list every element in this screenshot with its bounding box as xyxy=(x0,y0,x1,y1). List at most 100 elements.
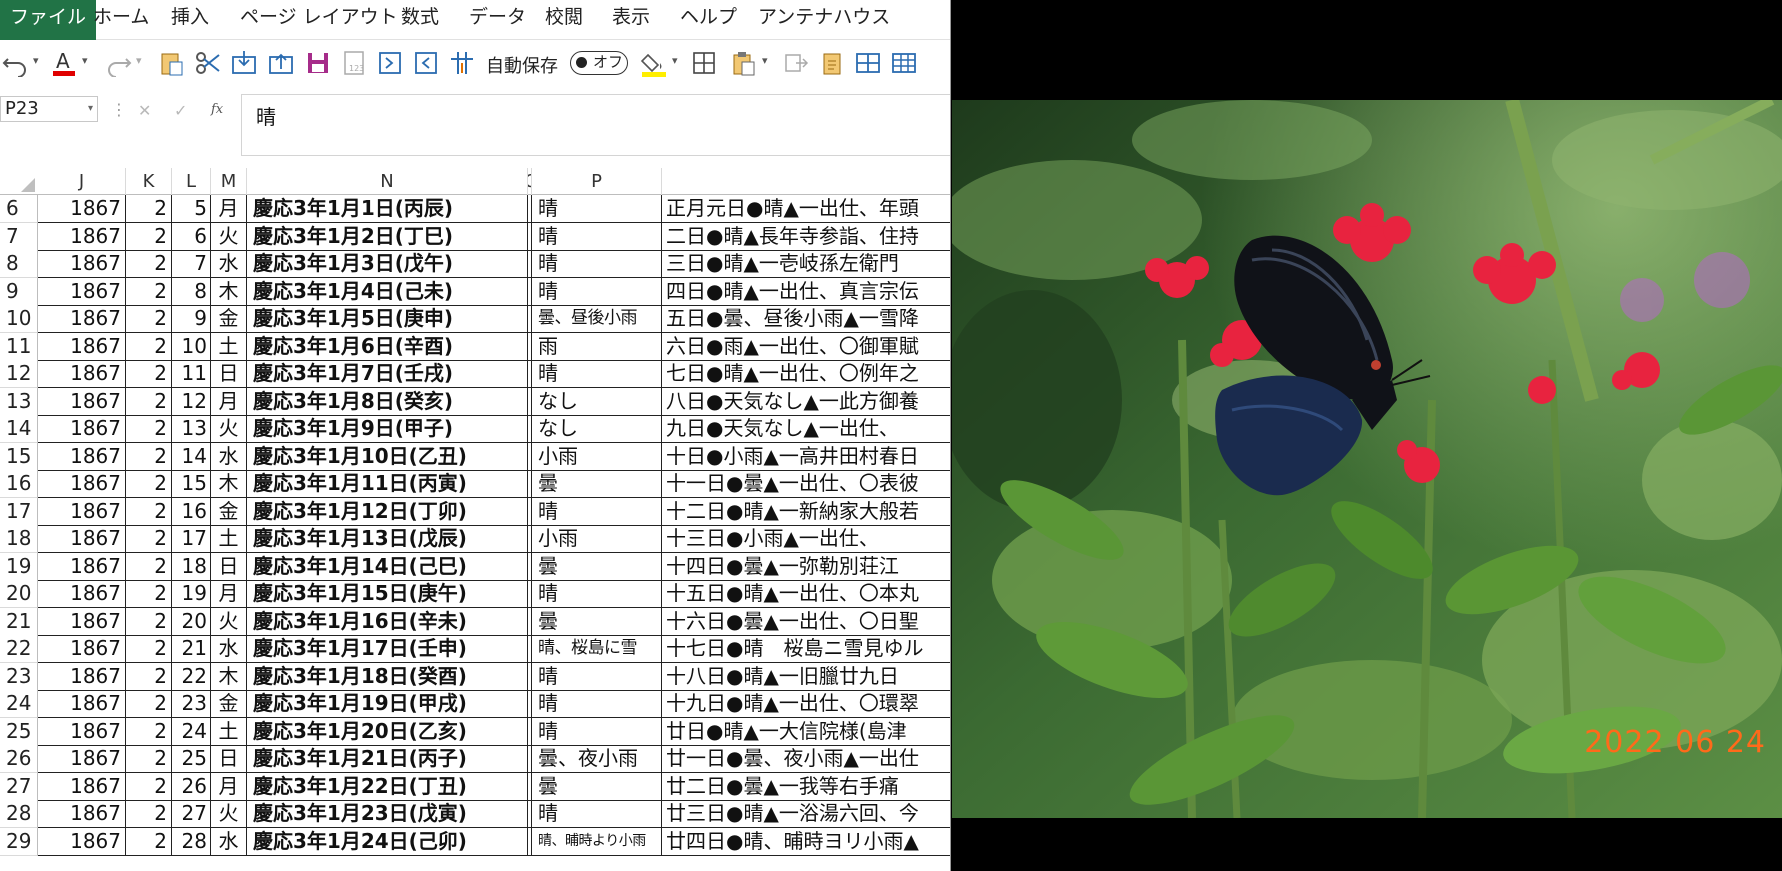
cell-month[interactable]: 2 xyxy=(126,387,172,416)
cell-weather[interactable]: 晴 xyxy=(532,580,662,608)
cell-weather[interactable]: 曇 xyxy=(532,772,662,801)
delete-sheet-icon[interactable] xyxy=(412,49,440,77)
undo-dropdown-icon[interactable]: ▾ xyxy=(33,54,39,67)
row-number[interactable]: 16 xyxy=(0,470,38,498)
cell-year[interactable]: 1867 xyxy=(38,745,126,773)
cell-month[interactable]: 2 xyxy=(126,580,172,608)
cell-month[interactable]: 2 xyxy=(126,415,172,443)
cell-month[interactable]: 2 xyxy=(126,222,172,251)
cell-weekday[interactable]: 日 xyxy=(211,360,247,388)
cell-month[interactable]: 2 xyxy=(126,360,172,388)
cell-weekday[interactable]: 木 xyxy=(211,277,247,306)
cell-month[interactable]: 2 xyxy=(126,250,172,278)
cell-day[interactable]: 21 xyxy=(172,635,211,663)
cell-weather[interactable]: 雨 xyxy=(532,332,662,361)
row-number[interactable]: 28 xyxy=(0,800,38,828)
row-number[interactable]: 11 xyxy=(0,332,38,361)
cell-month[interactable]: 2 xyxy=(126,717,172,746)
cell-weather[interactable]: なし xyxy=(532,387,662,416)
cell-weekday[interactable]: 日 xyxy=(211,745,247,773)
cell-weather[interactable]: 曇 xyxy=(532,552,662,581)
cell-diary[interactable]: 五日●曇、昼後小雨▲一雪降 xyxy=(662,305,950,333)
cell-date[interactable]: 慶応3年1月17日(壬申) xyxy=(247,635,528,663)
cell-diary[interactable]: 九日●天気なし▲一出仕、 xyxy=(662,415,950,443)
cell-year[interactable]: 1867 xyxy=(38,580,126,608)
cell-weekday[interactable]: 月 xyxy=(211,580,247,608)
cell-year[interactable]: 1867 xyxy=(38,332,126,361)
cell-diary[interactable]: 二日●晴▲長年寺参詣、住持 xyxy=(662,223,950,251)
redo-dropdown-icon[interactable]: ▾ xyxy=(136,54,142,67)
cell-date[interactable]: 慶応3年1月2日(丁巳) xyxy=(247,222,528,251)
cell-weekday[interactable]: 水 xyxy=(211,635,247,663)
cell-diary[interactable]: 六日●雨▲一出仕、〇御軍賦 xyxy=(662,333,950,361)
cell-weather[interactable]: 晴 xyxy=(532,360,662,388)
cell-year[interactable]: 1867 xyxy=(38,387,126,416)
formula-bar-separator[interactable]: ⋮ xyxy=(111,100,127,119)
formula-input[interactable]: 晴 xyxy=(241,94,950,156)
borders-icon[interactable] xyxy=(690,49,718,77)
cell-day[interactable]: 16 xyxy=(172,497,211,526)
tab-page-layout[interactable]: ページ レイアウト xyxy=(240,0,398,40)
tab-data[interactable]: データ xyxy=(469,0,526,40)
cell-day[interactable]: 27 xyxy=(172,800,211,828)
column-header-n[interactable]: N xyxy=(247,168,528,195)
cell-year[interactable]: 1867 xyxy=(38,607,126,636)
cell-date[interactable]: 慶応3年1月12日(丁卯) xyxy=(247,497,528,526)
cell-weekday[interactable]: 日 xyxy=(211,552,247,581)
row-number[interactable]: 27 xyxy=(0,772,38,801)
row-number[interactable]: 22 xyxy=(0,635,38,663)
row-number[interactable]: 6 xyxy=(0,195,38,223)
column-header-k[interactable]: K xyxy=(126,168,172,195)
cell-date[interactable]: 慶応3年1月23日(戊寅) xyxy=(247,800,528,828)
cell-day[interactable]: 7 xyxy=(172,250,211,278)
cell-diary[interactable]: 十八日●晴▲一旧臘廿九日 xyxy=(662,663,950,691)
cell-date[interactable]: 慶応3年1月24日(己卯) xyxy=(247,827,528,856)
paste-special-icon[interactable] xyxy=(158,49,186,77)
cell-weekday[interactable]: 土 xyxy=(211,525,247,553)
cell-month[interactable]: 2 xyxy=(126,772,172,801)
cell-month[interactable]: 2 xyxy=(126,470,172,498)
cell-day[interactable]: 18 xyxy=(172,552,211,581)
cell-date[interactable]: 慶応3年1月19日(甲戌) xyxy=(247,690,528,718)
cell-day[interactable]: 9 xyxy=(172,305,211,333)
row-number[interactable]: 13 xyxy=(0,387,38,416)
cell-weather[interactable]: 晴、桜島に雪 xyxy=(532,635,662,663)
confirm-entry-icon[interactable]: ✓ xyxy=(174,101,187,120)
cell-weekday[interactable]: 土 xyxy=(211,332,247,361)
cell-weekday[interactable]: 月 xyxy=(211,387,247,416)
cell-month[interactable]: 2 xyxy=(126,827,172,856)
cell-weather[interactable]: 晴 xyxy=(532,717,662,746)
cell-weather[interactable]: 晴、晡時より小雨 xyxy=(532,827,662,856)
paste-icon[interactable] xyxy=(730,49,758,77)
cell-date[interactable]: 慶応3年1月5日(庚申) xyxy=(247,305,528,333)
cell-day[interactable]: 28 xyxy=(172,827,211,856)
name-box[interactable]: P23 ▾ xyxy=(0,96,98,122)
cell-day[interactable]: 15 xyxy=(172,470,211,498)
tab-review[interactable]: 校閲 xyxy=(545,0,583,40)
tab-insert[interactable]: 挿入 xyxy=(171,0,209,40)
cell-month[interactable]: 2 xyxy=(126,497,172,526)
cell-day[interactable]: 25 xyxy=(172,745,211,773)
cell-weather[interactable]: 晴 xyxy=(532,497,662,526)
cell-year[interactable]: 1867 xyxy=(38,690,126,718)
row-number[interactable]: 10 xyxy=(0,305,38,333)
cell-diary[interactable]: 正月元日●晴▲一出仕、年頭 xyxy=(662,195,950,223)
row-number[interactable]: 29 xyxy=(0,827,38,856)
cell-weekday[interactable]: 木 xyxy=(211,470,247,498)
copy-icon[interactable] xyxy=(782,49,810,77)
cell-diary[interactable]: 廿四日●晴、晡時ヨリ小雨▲ xyxy=(662,828,950,856)
cell-diary[interactable]: 十七日●晴 桜島ニ雪見ゆル xyxy=(662,635,950,663)
cell-month[interactable]: 2 xyxy=(126,662,172,691)
row-number[interactable]: 17 xyxy=(0,497,38,526)
column-header-l[interactable]: L xyxy=(172,168,211,195)
export-icon[interactable] xyxy=(267,49,295,77)
cell-diary[interactable]: 四日●晴▲一出仕、真言宗伝 xyxy=(662,278,950,306)
cell-year[interactable]: 1867 xyxy=(38,717,126,746)
row-number[interactable]: 12 xyxy=(0,360,38,388)
cell-day[interactable]: 6 xyxy=(172,222,211,251)
cell-diary[interactable]: 七日●晴▲一出仕、〇例年之 xyxy=(662,360,950,388)
name-box-dropdown-icon[interactable]: ▾ xyxy=(88,97,93,121)
cell-year[interactable]: 1867 xyxy=(38,442,126,471)
cell-day[interactable]: 26 xyxy=(172,772,211,801)
butterfly-photo[interactable]: 2022 06 24 xyxy=(952,100,1782,818)
